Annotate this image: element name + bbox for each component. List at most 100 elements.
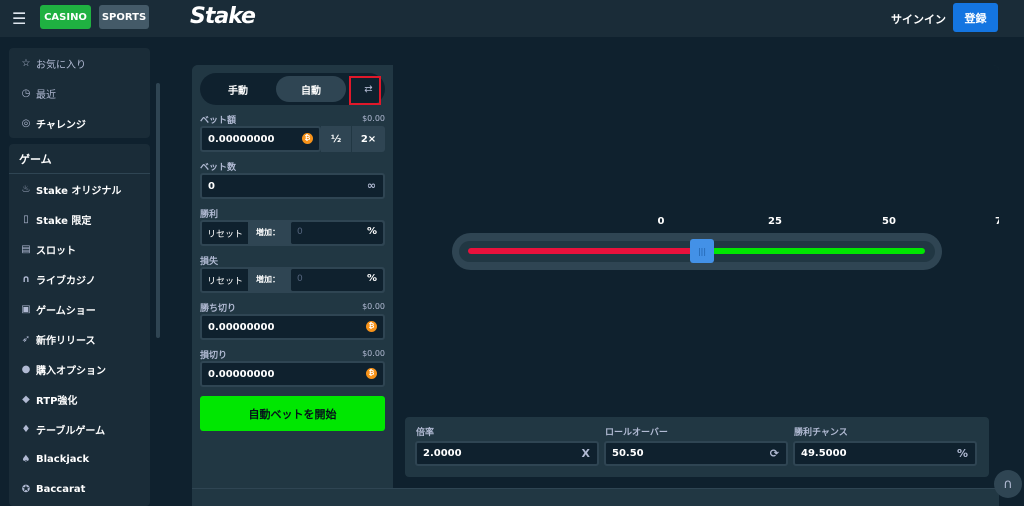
sidebar-item-label: 購入オプション — [36, 365, 106, 377]
win-chance-value: 49.5000 — [801, 448, 847, 459]
percent-icon: % — [366, 273, 377, 284]
stop-profit-input[interactable]: 0.00000000 ₿ — [200, 314, 385, 340]
bet-controls-panel: 手動 自動 ⇄ ベット額 $0.00 0.00000000 ₿ ½ 2× ベット… — [192, 65, 393, 506]
infinity-icon[interactable]: ∞ — [367, 179, 376, 192]
sidebar-item-label: 新作リリース — [36, 335, 96, 347]
stop-profit-label: 勝ち切り — [200, 304, 237, 314]
sidebar-item-label: チャレンジ — [36, 119, 86, 131]
drop-icon: ♦ — [21, 423, 31, 435]
sidebar-item-challenges[interactable]: ◎ チャレンジ — [9, 108, 150, 138]
multiplier-value: 2.0000 — [423, 448, 462, 459]
bet-amount-usd: $0.00 — [362, 114, 385, 123]
half-button[interactable]: ½ — [321, 126, 351, 152]
bitcoin-icon: ₿ — [302, 133, 313, 144]
target-icon: ◎ — [21, 117, 31, 129]
register-button[interactable]: 登録 — [953, 3, 998, 32]
refresh-icon[interactable]: ⟳ — [770, 447, 779, 460]
tick-label: 75 — [995, 216, 999, 227]
sidebar-top-card: ☆ お気に入り ◷ 最近 ◎ チャレンジ — [9, 48, 150, 138]
game-footer — [192, 488, 999, 506]
sidebar-item-label: Blackjack — [36, 453, 90, 465]
sidebar-item-baccarat[interactable]: ✪ Baccarat — [9, 474, 150, 504]
sidebar-item-rtp[interactable]: ◆ RTP強化 — [9, 384, 150, 414]
sidebar-item-label: Stake オリジナル — [36, 185, 122, 197]
tab-manual[interactable]: 手動 — [203, 76, 273, 102]
rocket-icon: ➶ — [21, 333, 31, 345]
sidebar-item-originals[interactable]: ♨ Stake オリジナル — [9, 174, 150, 204]
tag-icon: ◆ — [22, 393, 30, 405]
casino-button[interactable]: CASINO — [40, 5, 91, 29]
sidebar-item-label: スロット — [36, 245, 76, 257]
gift-icon: ▣ — [21, 303, 31, 315]
sidebar-item-buy-options[interactable]: ● 購入オプション — [9, 354, 150, 384]
tick-label: 25 — [768, 216, 782, 227]
loss-label: 損失 — [200, 257, 219, 267]
tab-auto[interactable]: 自動 — [276, 76, 346, 102]
sidebar-item-favorites[interactable]: ☆ お気に入り — [9, 48, 150, 78]
sidebar-item-game-shows[interactable]: ▣ ゲームショー — [9, 294, 150, 324]
slider-lose-range — [468, 248, 696, 254]
slider-ticks: 0 25 50 75 100 — [393, 216, 999, 230]
sidebar-item-label: ライブカジノ — [36, 275, 96, 287]
win-chance-input[interactable]: 49.5000 % — [793, 441, 977, 466]
tick-label: 50 — [882, 216, 896, 227]
win-chance-label: 勝利チャンス — [794, 428, 848, 438]
bet-amount-value: 0.00000000 — [208, 133, 275, 145]
percent-icon: % — [366, 226, 377, 237]
multiplier-x-icon: X — [581, 447, 590, 460]
stop-loss-usd: $0.00 — [362, 349, 385, 358]
stop-profit-usd: $0.00 — [362, 302, 385, 311]
sports-button[interactable]: SPORTS — [99, 5, 149, 29]
stop-loss-label: 損切り — [200, 351, 228, 361]
stop-loss-input[interactable]: 0.00000000 ₿ — [200, 361, 385, 387]
sidebar-item-exclusive[interactable]: ▯ Stake 限定 — [9, 204, 150, 234]
sidebar-item-table-games[interactable]: ♦ テーブルゲーム — [9, 414, 150, 444]
sidebar-item-label: お気に入り — [36, 59, 86, 71]
star-icon: ☆ — [21, 57, 31, 69]
stake-logo[interactable]: Stake — [190, 4, 256, 29]
sidebar-section-title[interactable]: ゲーム — [9, 144, 150, 174]
sidebar-item-live-casino[interactable]: ∩ ライブカジノ — [9, 264, 150, 294]
win-reset-button[interactable]: リセット — [200, 220, 250, 246]
bet-amount-input[interactable]: 0.00000000 ₿ — [200, 126, 321, 152]
win-label: 勝利 — [200, 210, 219, 220]
loss-increase-group[interactable]: 増加： 0 % — [250, 267, 385, 293]
sidebar-games-card: ゲーム ♨ Stake オリジナル ▯ Stake 限定 ▤ スロット ∩ ライブカジノ… — [9, 144, 150, 506]
stop-loss-value: 0.00000000 — [208, 368, 275, 380]
sidebar: ☆ お気に入り ◷ 最近 ◎ チャレンジ ゲーム ♨ Stake オリジナル ▯ Stak… — [0, 38, 160, 506]
double-button[interactable]: 2× — [352, 126, 385, 152]
coin-icon: ● — [21, 363, 31, 375]
rollover-value: 50.50 — [612, 448, 644, 459]
rollover-input[interactable]: 50.50 ⟳ — [604, 441, 788, 466]
dice-stage: 0 25 50 75 100 ||| 倍率 2.0000 X ロールオーバー 5… — [393, 65, 999, 506]
bet-count-label: ベット数 — [200, 163, 237, 173]
headset-icon: ∩ — [21, 273, 31, 285]
sidebar-item-recent[interactable]: ◷ 最近 — [9, 78, 150, 108]
support-headset-icon[interactable]: ∩ — [994, 470, 1022, 498]
sidebar-item-slots[interactable]: ▤ スロット — [9, 234, 150, 264]
cards-icon: ♠ — [21, 453, 31, 465]
bet-count-input[interactable]: 0 ∞ — [200, 173, 385, 199]
menu-icon[interactable]: ☰ — [12, 9, 26, 28]
stop-profit-value: 0.00000000 — [208, 321, 275, 333]
sidebar-item-blackjack[interactable]: ♠ Blackjack — [9, 444, 150, 474]
bookmark-icon: ▯ — [23, 213, 29, 225]
sidebar-scrollbar[interactable] — [156, 83, 160, 338]
win-increase-group[interactable]: 増加： 0 % — [250, 220, 385, 246]
slot-icon: ▤ — [21, 243, 31, 255]
sidebar-item-label: Stake 限定 — [36, 215, 92, 227]
slider-handle[interactable]: ||| — [690, 239, 714, 263]
signin-button[interactable]: サインイン — [891, 11, 946, 27]
multiplier-input[interactable]: 2.0000 X — [415, 441, 599, 466]
bitcoin-icon: ₿ — [366, 368, 377, 379]
slider-win-range — [701, 248, 925, 254]
loss-increase-label[interactable]: 増加： — [256, 274, 280, 285]
sidebar-item-label: Baccarat — [36, 483, 86, 495]
sidebar-item-new-releases[interactable]: ➶ 新作リリース — [9, 324, 150, 354]
win-increase-label[interactable]: 増加： — [256, 227, 280, 238]
multiplier-label: 倍率 — [416, 428, 435, 438]
start-autobet-button[interactable]: 自動ベットを開始 — [200, 396, 385, 431]
sidebar-item-label: ゲームショー — [36, 305, 96, 317]
stats-panel: 倍率 2.0000 X ロールオーバー 50.50 ⟳ 勝利チャンス 49.50… — [405, 417, 989, 477]
loss-reset-button[interactable]: リセット — [200, 267, 250, 293]
